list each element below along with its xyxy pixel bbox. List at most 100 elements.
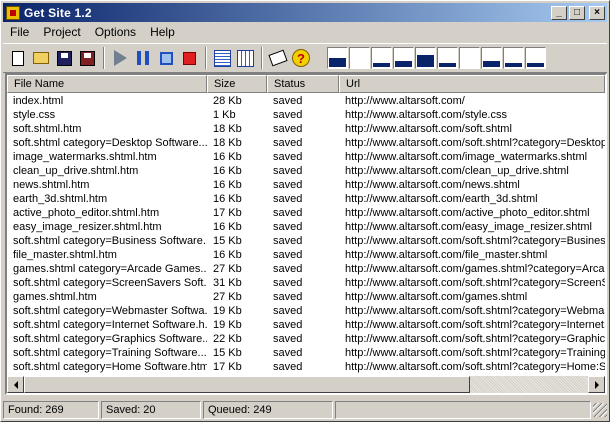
menu-options[interactable]: Options <box>88 24 143 41</box>
abort-button[interactable] <box>178 47 200 69</box>
cell-status: saved <box>273 263 303 275</box>
stop-button[interactable] <box>155 47 177 69</box>
cell-url: http://www.altarsoft.com/clean_up_drive.… <box>345 165 569 177</box>
pause-button[interactable] <box>132 47 154 69</box>
table-row[interactable]: soft.shtml.htm 18 Kb saved http://www.altar… <box>7 122 605 136</box>
list-view-button[interactable] <box>211 47 233 69</box>
column-file-name[interactable]: File Name <box>7 75 207 93</box>
status-saved: Saved: 20 <box>101 401 201 419</box>
cell-size: 17 Kb <box>213 207 242 219</box>
table-row[interactable]: soft.shtml category=Training Software...… <box>7 346 605 360</box>
scroll-right-button[interactable] <box>588 376 605 393</box>
thread-level <box>395 61 412 67</box>
cell-file-name: style.css <box>13 109 56 121</box>
resize-grip[interactable] <box>593 403 607 417</box>
save-as-icon <box>79 50 95 66</box>
table-row[interactable]: style.css 1 Kb saved http://www.altarsoft.c… <box>7 108 605 122</box>
menu-file[interactable]: File <box>3 24 36 41</box>
table-row[interactable]: soft.shtml category=Desktop Software....… <box>7 136 605 150</box>
minimize-button[interactable]: _ <box>551 5 567 20</box>
table-row[interactable]: image_watermarks.shtml.htm 16 Kb saved http… <box>7 150 605 164</box>
menu-project[interactable]: Project <box>36 24 87 41</box>
help-icon: ? <box>292 49 310 67</box>
close-button[interactable]: × <box>589 5 605 20</box>
maximize-button[interactable]: □ <box>569 5 585 20</box>
thread-level <box>329 58 346 67</box>
table-row[interactable]: soft.shtml category=Home Software.htm 17 … <box>7 360 605 374</box>
cell-file-name: soft.shtml category=Desktop Software.... <box>13 137 207 149</box>
thread-indicator <box>327 47 348 69</box>
title-bar[interactable]: Get Site 1.2 _ □ × <box>3 3 607 22</box>
cell-status: saved <box>273 165 303 177</box>
column-url[interactable]: Url <box>339 75 605 93</box>
table-row[interactable]: soft.shtml category=Business Software...… <box>7 234 605 248</box>
cell-file-name: active_photo_editor.shtml.htm <box>13 207 160 219</box>
cell-status: saved <box>273 109 303 121</box>
cell-status: saved <box>273 123 303 135</box>
cell-status: saved <box>273 291 303 303</box>
app-window: Get Site 1.2 _ □ × File Project Options … <box>0 0 610 422</box>
cell-file-name: soft.shtml category=Business Software...… <box>13 235 207 247</box>
scroll-left-button[interactable] <box>7 376 24 393</box>
manual-button[interactable] <box>267 47 289 69</box>
toolbar-separator <box>205 47 207 69</box>
cell-status: saved <box>273 319 303 331</box>
save-project-button[interactable] <box>53 47 75 69</box>
table-row[interactable]: file_master.shtml.htm 16 Kb saved http://ww… <box>7 248 605 262</box>
cell-url: http://www.altarsoft.com/soft.shtml?cate… <box>345 277 605 289</box>
cell-url: http://www.altarsoft.com/style.css <box>345 109 507 121</box>
cell-status: saved <box>273 151 303 163</box>
open-project-button[interactable] <box>30 47 52 69</box>
table-row[interactable]: games.shtml category=Arcade Games.... 27 … <box>7 262 605 276</box>
horizontal-scrollbar[interactable] <box>7 376 605 393</box>
thread-indicator <box>349 47 370 69</box>
cell-size: 17 Kb <box>213 361 242 373</box>
thread-level <box>417 55 434 67</box>
table-row[interactable]: active_photo_editor.shtml.htm 17 Kb saved h… <box>7 206 605 220</box>
table-row[interactable]: games.shtml.htm 27 Kb saved http://www.alta… <box>7 290 605 304</box>
toolbar-separator <box>103 47 105 69</box>
cell-file-name: soft.shtml category=ScreenSavers Soft... <box>13 277 207 289</box>
cell-file-name: games.shtml category=Arcade Games.... <box>13 263 207 275</box>
table-row[interactable]: soft.shtml category=Graphics Software...… <box>7 332 605 346</box>
cell-file-name: soft.shtml.htm <box>13 123 82 135</box>
table-row[interactable]: soft.shtml category=Internet Software.h.… <box>7 318 605 332</box>
table-row[interactable]: soft.shtml category=ScreenSavers Soft...… <box>7 276 605 290</box>
table-row[interactable]: soft.shtml category=Webmaster Softwa... 1… <box>7 304 605 318</box>
file-list[interactable]: File Name Size Status Url index.html 28 K… <box>5 73 607 395</box>
menu-bar: File Project Options Help <box>3 23 182 42</box>
thread-level <box>505 63 522 67</box>
menu-help[interactable]: Help <box>143 24 182 41</box>
help-button[interactable]: ? <box>290 47 312 69</box>
start-button[interactable] <box>109 47 131 69</box>
list-rows: index.html 28 Kb saved http://www.altarsoft… <box>7 93 605 374</box>
cell-status: saved <box>273 305 303 317</box>
cell-file-name: soft.shtml category=Webmaster Softwa... <box>13 305 207 317</box>
cell-status: saved <box>273 207 303 219</box>
table-row[interactable]: clean_up_drive.shtml.htm 16 Kb saved http:/… <box>7 164 605 178</box>
table-row[interactable]: earth_3d.shtml.htm 16 Kb saved http://www.a… <box>7 192 605 206</box>
scroll-thumb[interactable] <box>24 376 470 393</box>
table-row[interactable]: index.html 28 Kb saved http://www.altarsoft… <box>7 94 605 108</box>
cell-url: http://www.altarsoft.com/soft.shtml <box>345 123 512 135</box>
scroll-track[interactable] <box>24 376 588 393</box>
cell-file-name: soft.shtml category=Internet Software.h.… <box>13 319 207 331</box>
detail-view-button[interactable] <box>234 47 256 69</box>
table-row[interactable]: news.shtml.htm 16 Kb saved http://www.altar… <box>7 178 605 192</box>
cell-url: http://www.altarsoft.com/image_watermark… <box>345 151 588 163</box>
save-as-button[interactable] <box>76 47 98 69</box>
cell-file-name: image_watermarks.shtml.htm <box>13 151 157 163</box>
column-size[interactable]: Size <box>207 75 267 93</box>
cell-file-name: earth_3d.shtml.htm <box>13 193 108 205</box>
app-icon[interactable] <box>6 5 20 20</box>
cell-size: 16 Kb <box>213 165 242 177</box>
table-row[interactable]: easy_image_resizer.shtml.htm 16 Kb saved ht… <box>7 220 605 234</box>
cell-size: 31 Kb <box>213 277 242 289</box>
thread-indicator <box>393 47 414 69</box>
new-project-button[interactable] <box>7 47 29 69</box>
thread-indicator <box>503 47 524 69</box>
stop-icon <box>159 51 173 65</box>
cell-size: 15 Kb <box>213 347 242 359</box>
column-status[interactable]: Status <box>267 75 339 93</box>
cell-url: http://www.altarsoft.com/ <box>345 95 465 107</box>
